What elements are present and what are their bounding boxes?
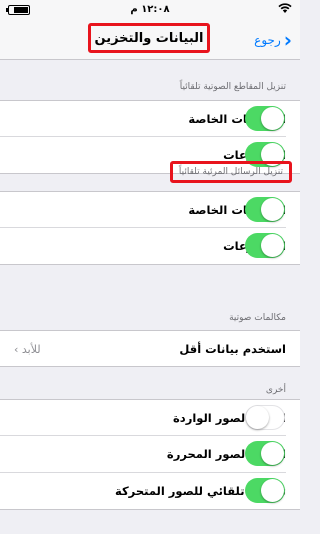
section-header-auto-download-audio: تنزيل المقاطع الصوتية تلقائياً xyxy=(179,82,286,92)
row-value: ‹ للأبد xyxy=(14,331,41,368)
row-video-private-chats: المحادثات الخاصة xyxy=(0,191,300,228)
toggle-autoplay-gifs[interactable] xyxy=(245,478,285,503)
back-label: رجوع xyxy=(254,33,281,47)
row-use-less-data[interactable]: استخدم بيانات أقل ‹ للأبد xyxy=(0,330,300,367)
chevron-right-icon: › xyxy=(283,28,292,52)
row-autoplay-gifs: تشغيل تلقائي للصور المتحركة xyxy=(0,473,300,510)
chevron-left-icon: ‹ xyxy=(14,343,19,356)
toggle-knob xyxy=(261,479,284,502)
status-time: ١٢:٠٨ م xyxy=(130,4,170,15)
toggle-knob xyxy=(261,198,284,221)
toggle-knob xyxy=(246,406,269,429)
section-header-auto-download-video: تنزيل الرسائل المرئية تلقائياً xyxy=(169,161,292,183)
section-header-other: أخرى xyxy=(265,385,286,395)
toggle-save-edited-photos[interactable] xyxy=(245,441,285,466)
status-bar: ١٢:٠٨ م xyxy=(0,0,300,20)
row-save-incoming-photos: احفظ الصور الواردة xyxy=(0,399,300,436)
toggle-audio-private-chats[interactable] xyxy=(245,106,285,131)
row-audio-private-chats: المحادثات الخاصة xyxy=(0,100,300,137)
navigation-bar: البيانات والتخزين رجوع › xyxy=(0,20,300,60)
wifi-icon xyxy=(278,3,292,17)
row-label: استخدم بيانات أقل xyxy=(179,342,286,356)
title-highlight-box: البيانات والتخزين xyxy=(88,23,210,53)
row-save-edited-photos: احفظ الصور المحررة xyxy=(0,436,300,473)
toggle-video-private-chats[interactable] xyxy=(245,197,285,222)
page-title: البيانات والتخزين xyxy=(94,30,204,46)
toggle-knob xyxy=(261,442,284,465)
toggle-video-groups[interactable] xyxy=(245,233,285,258)
toggle-knob xyxy=(261,107,284,130)
section-header-voice-calls: مكالمات صوتية xyxy=(229,313,286,323)
row-video-groups: المجموعات xyxy=(0,228,300,265)
value-text: للأبد xyxy=(21,343,41,356)
toggle-save-incoming-photos[interactable] xyxy=(245,405,285,430)
toggle-knob xyxy=(261,234,284,257)
back-button[interactable]: رجوع › xyxy=(254,28,292,52)
